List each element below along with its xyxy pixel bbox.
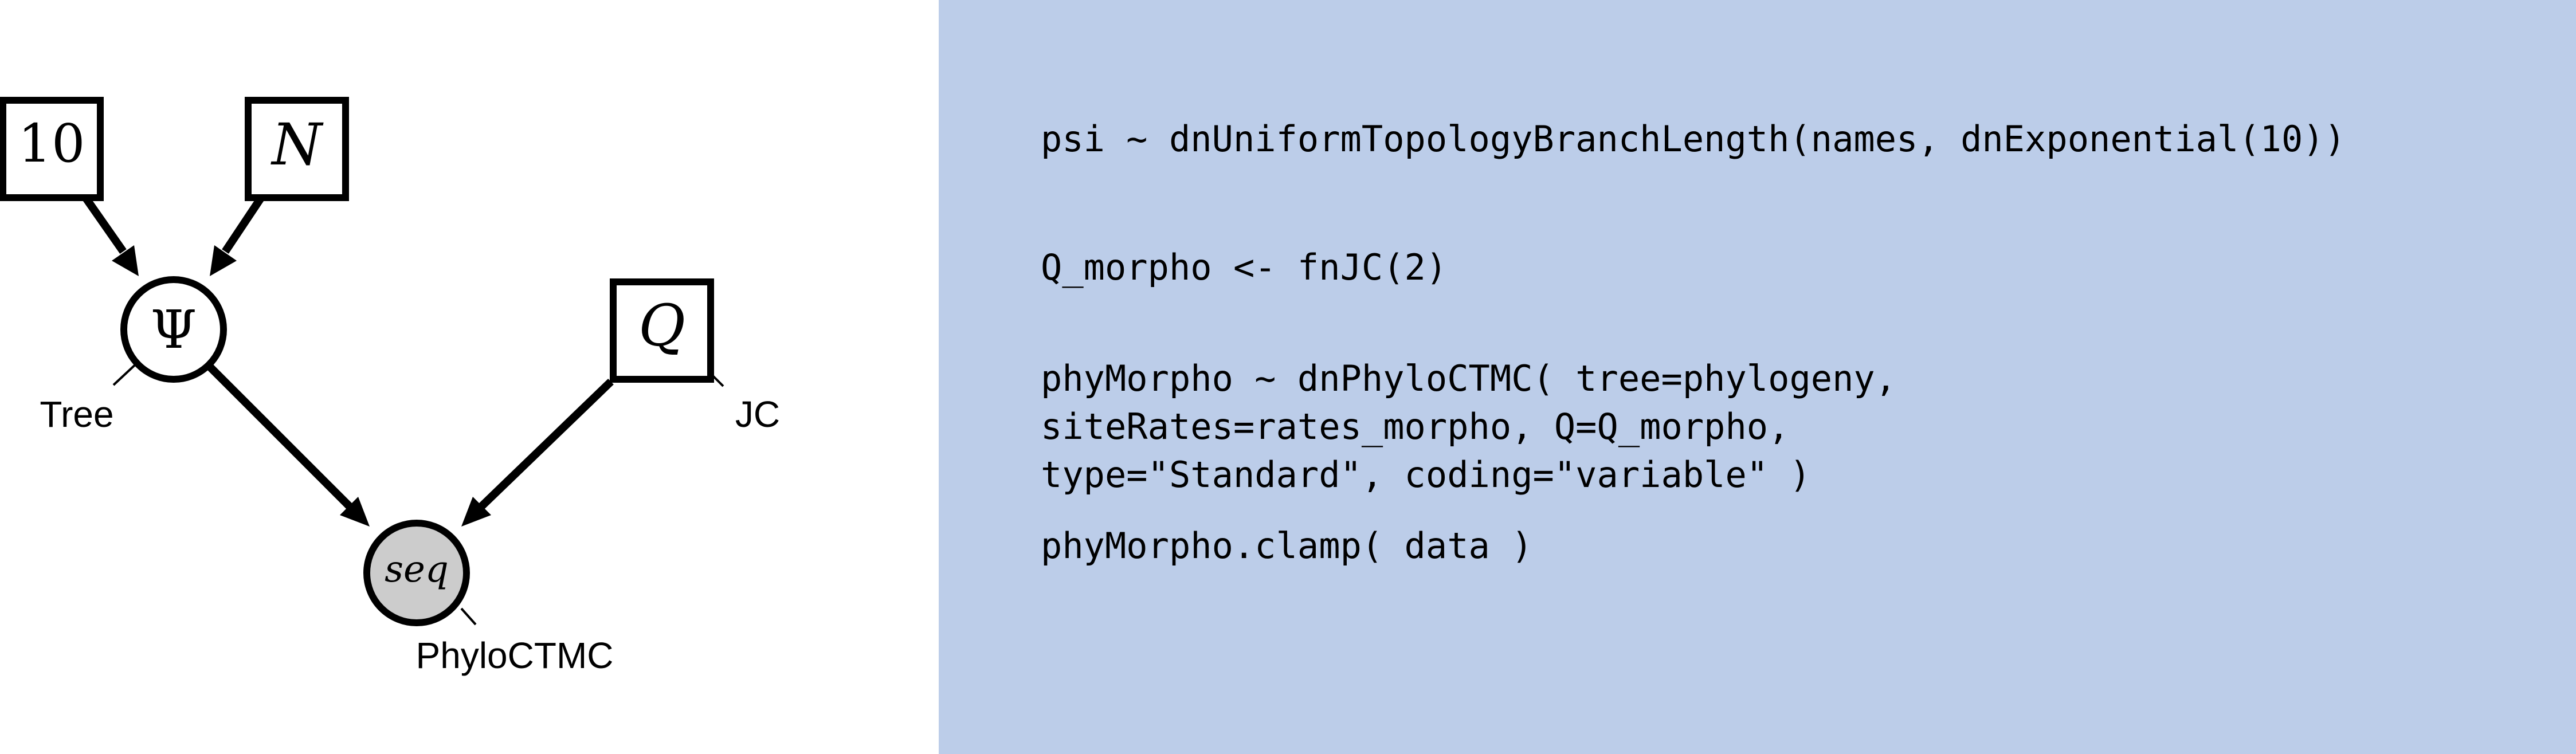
tree-annotation: Tree	[40, 394, 113, 435]
code-line-psi-prior: psi ∼ dnUniformTopologyBranchLength(name…	[1041, 118, 2346, 160]
code-line-clamp: phyMorpho.clamp( data )	[1041, 525, 1533, 567]
node-label-psi: Ψ	[151, 299, 197, 360]
stochastic-node-psi: Ψ	[120, 276, 227, 383]
constant-node-q: Q	[610, 278, 714, 383]
edge-10-to-psi	[83, 195, 139, 276]
code-line-phymorpho-1: phyMorpho ∼ dnPhyloCTMC( tree=phylogeny,	[1041, 358, 1897, 399]
jc-annotation-tick	[712, 375, 724, 387]
node-label-q: Q	[638, 292, 685, 359]
constant-node-10: 10	[0, 97, 104, 201]
graphical-model-diagram: 10 N Ψ Tree Q JC seq PhyloCTMC	[0, 97, 780, 676]
constant-node-n: N	[245, 97, 349, 201]
phyloctmc-annotation: PhyloCTMC	[416, 635, 614, 676]
observed-node-seq: seq	[363, 520, 470, 626]
edge-psi-to-seq	[207, 364, 370, 527]
jc-annotation: JC	[735, 394, 780, 435]
node-label-n: N	[270, 111, 324, 178]
node-label-seq: seq	[385, 548, 449, 591]
phyloctmc-annotation-tick	[460, 607, 477, 626]
edge-q-to-seq	[461, 378, 614, 527]
code-panel: psi ∼ dnUniformTopologyBranchLength(name…	[939, 0, 2576, 754]
code-line-phymorpho-3: type="Standard", coding="variable" )	[1041, 454, 1811, 496]
node-label-10: 10	[18, 113, 85, 174]
code-line-phymorpho-2: siteRates=rates_morpho, Q=Q_morpho,	[1041, 406, 1790, 447]
code-line-q-morpho: Q_morpho <- fnJC(2)	[1041, 246, 1448, 288]
edge-n-to-psi	[210, 196, 264, 276]
